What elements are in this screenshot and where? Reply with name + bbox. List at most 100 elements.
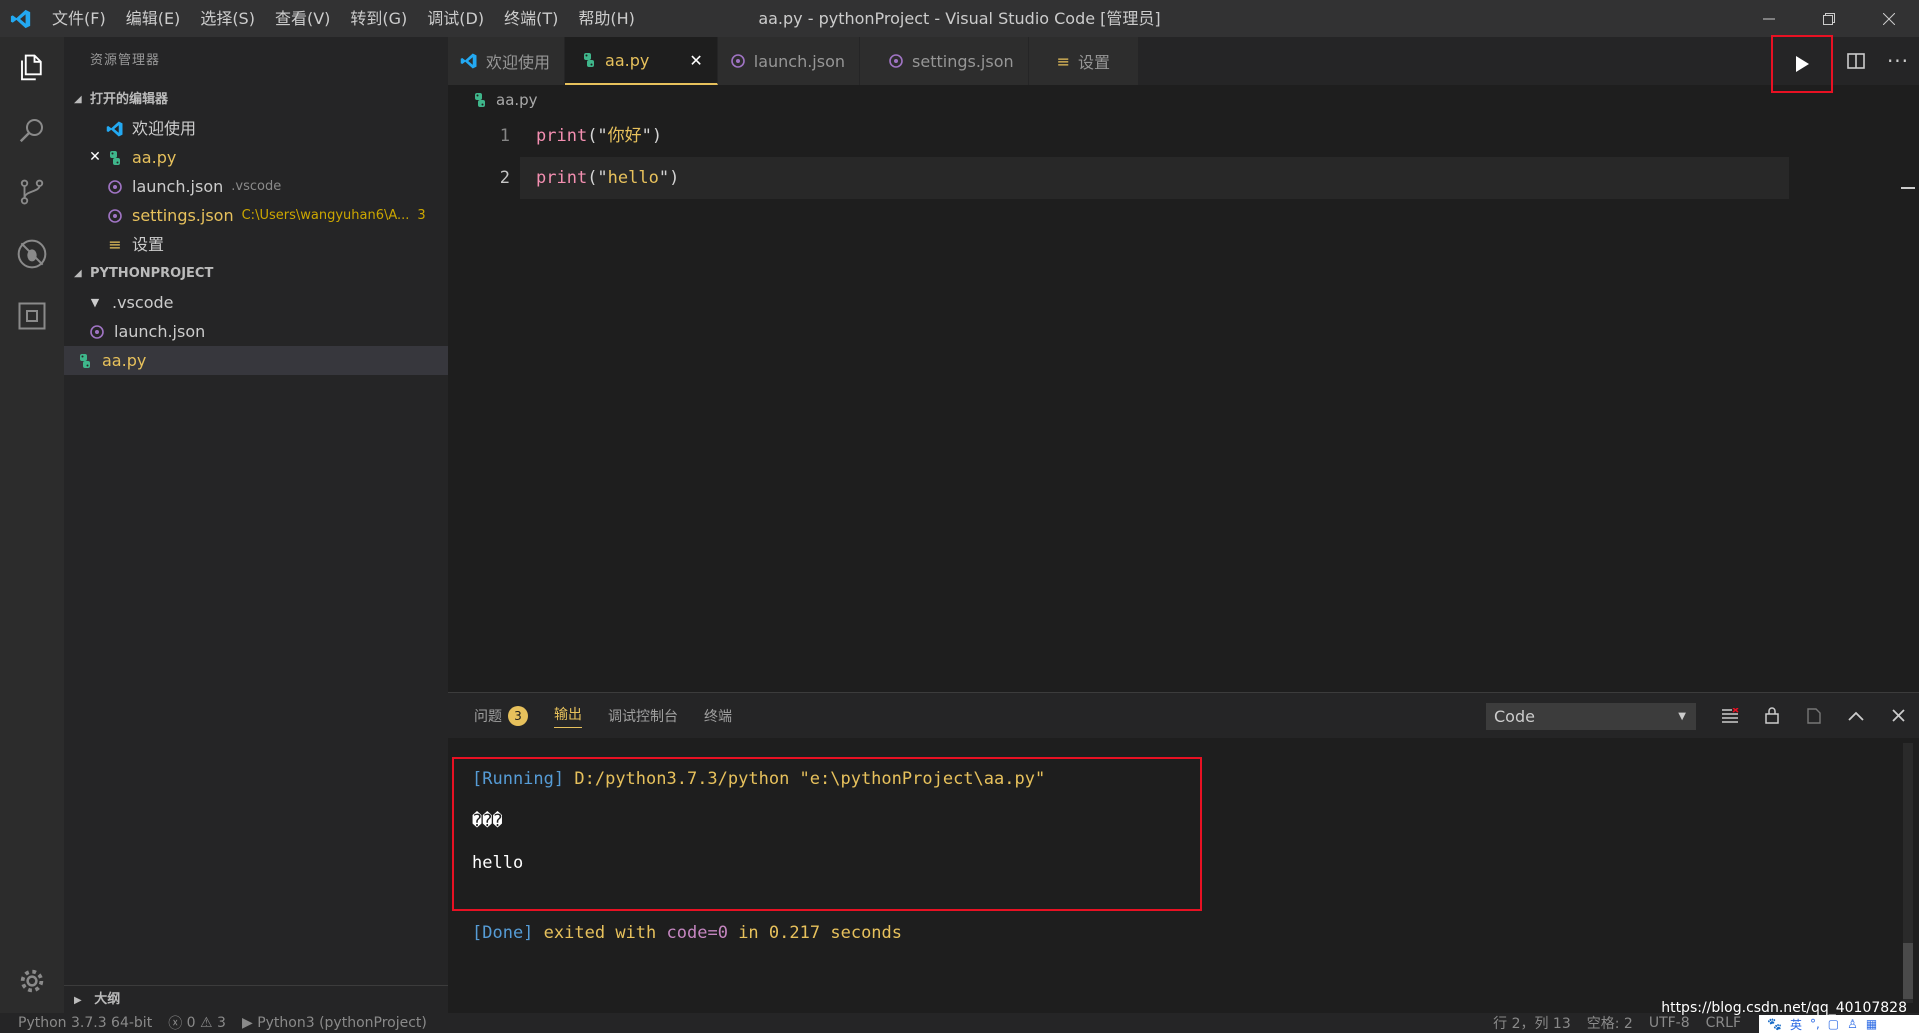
- token-function: print: [536, 126, 588, 146]
- vscode-icon: [460, 52, 478, 70]
- tab-label: 设置: [1078, 53, 1111, 72]
- python-interpreter[interactable]: Python 3.7.3 64-bit: [0, 1015, 160, 1031]
- python-file-icon: [472, 92, 488, 108]
- maximize-panel-button[interactable]: [1835, 693, 1877, 738]
- run-code-button[interactable]: [1771, 35, 1833, 93]
- open-editor-aa-py[interactable]: ✕ aa.py: [64, 143, 448, 172]
- title-bar: 文件(F) 编辑(E) 选择(S) 查看(V) 转到(G) 调试(D) 终端(T…: [0, 0, 1919, 37]
- encoding[interactable]: UTF-8: [1641, 1015, 1698, 1031]
- problem-count: 3: [417, 208, 426, 223]
- exit-code: code=0: [666, 923, 728, 943]
- split-editor-button[interactable]: [1835, 37, 1877, 85]
- menu-go[interactable]: 转到(G): [340, 0, 417, 37]
- line-number: 1: [499, 126, 510, 146]
- warning-count: 3: [217, 1015, 226, 1031]
- menu-debug[interactable]: 调试(D): [417, 0, 494, 37]
- code-line[interactable]: 1 print("你好"): [448, 115, 1919, 157]
- code-runner-status[interactable]: ▶ Python3 (pythonProject): [234, 1015, 435, 1031]
- tab-launch-json[interactable]: launch.json: [717, 37, 861, 85]
- chevron-up-icon: [1848, 711, 1864, 721]
- panel-tab-label: 终端: [704, 708, 732, 725]
- end-of-line[interactable]: CRLF: [1698, 1015, 1749, 1031]
- source-control-icon: [20, 179, 44, 205]
- tree-file-launch-json[interactable]: launch.json: [64, 317, 448, 346]
- open-editor-label: settings.json: [132, 206, 234, 225]
- menu-help[interactable]: 帮助(H): [568, 0, 645, 37]
- python-file-icon: [74, 353, 96, 369]
- json-settings-icon: [86, 324, 108, 340]
- explorer-button[interactable]: [0, 37, 64, 99]
- panel-tab-label: 输出: [554, 704, 582, 728]
- cursor-position[interactable]: 行 2，列 13: [1485, 1013, 1579, 1033]
- breadcrumb[interactable]: aa.py: [448, 85, 1919, 115]
- keyboard-icon: ▢: [1827, 1017, 1840, 1031]
- tab-label: 欢迎使用: [486, 53, 551, 72]
- python-file-icon: [104, 150, 126, 166]
- tree-file-aa-py[interactable]: aa.py: [64, 346, 448, 375]
- tab-aa-py[interactable]: aa.py ✕: [565, 37, 718, 85]
- error-count: 0: [186, 1015, 196, 1031]
- search-button[interactable]: [0, 99, 64, 161]
- open-editor-settings-json[interactable]: settings.json C:\Users\wangyuhan6\A... 3: [64, 201, 448, 230]
- open-editors-label: 打开的编辑器: [90, 92, 169, 107]
- menu-selection[interactable]: 选择(S): [190, 0, 265, 37]
- extensions-button[interactable]: [0, 285, 64, 347]
- code-line[interactable]: 2 print("hello"): [448, 157, 1919, 199]
- problems-status[interactable]: ⓧ 0 ⚠ 3: [160, 1013, 234, 1033]
- tab-terminal[interactable]: 终端: [704, 693, 732, 738]
- json-settings-icon: [888, 53, 904, 69]
- project-header[interactable]: ◢ PYTHONPROJECT: [64, 259, 448, 288]
- open-editor-launch-json[interactable]: launch.json .vscode: [64, 172, 448, 201]
- close-window-button[interactable]: [1859, 0, 1919, 37]
- open-editor-label: 欢迎使用: [132, 119, 197, 138]
- output-view[interactable]: [Running] D:/python3.7.3/python "e:\pyth…: [448, 738, 1919, 954]
- tab-output[interactable]: 输出: [554, 693, 582, 738]
- open-editors-header[interactable]: ◢ 打开的编辑器: [64, 85, 448, 114]
- ime-language[interactable]: 英: [1790, 1016, 1802, 1033]
- minimize-button[interactable]: [1739, 0, 1799, 37]
- indentation[interactable]: 空格: 2: [1579, 1013, 1641, 1033]
- warning-icon: ⚠: [200, 1015, 213, 1031]
- tab-welcome[interactable]: 欢迎使用: [448, 37, 566, 85]
- close-icon[interactable]: ✕: [86, 143, 104, 172]
- line-text: print("hello"): [520, 157, 1789, 199]
- settings-list-icon: ≡: [108, 235, 122, 254]
- tab-settings-json[interactable]: settings.json: [860, 37, 1029, 85]
- close-icon[interactable]: ✕: [689, 51, 702, 70]
- more-actions-button[interactable]: ···: [1877, 37, 1919, 85]
- clear-output-button[interactable]: [1709, 693, 1751, 738]
- restore-button[interactable]: [1799, 0, 1859, 37]
- close-panel-button[interactable]: [1877, 693, 1919, 738]
- bottom-panel: 问题 3 输出 调试控制台 终端 Code ▼ [Running] D:/pyt…: [448, 692, 1919, 1013]
- debug-button[interactable]: [0, 223, 64, 285]
- menu-terminal[interactable]: 终端(T): [494, 0, 568, 37]
- tab-problems[interactable]: 问题 3: [474, 693, 528, 738]
- json-settings-icon: [730, 53, 746, 69]
- token-function: print: [536, 168, 588, 188]
- tab-debug-console[interactable]: 调试控制台: [608, 693, 678, 738]
- open-editor-settings[interactable]: ≡ 设置: [64, 230, 448, 259]
- tab-settings[interactable]: ≡ 设置: [1028, 37, 1140, 85]
- chevron-down-icon: ▼: [1678, 711, 1686, 722]
- split-editor-icon: [1847, 53, 1865, 69]
- window-controls: [1739, 0, 1919, 37]
- editor-tabs: 欢迎使用 aa.py ✕ launch.json settings.json ≡…: [448, 35, 1919, 93]
- token-punct: "): [641, 126, 663, 146]
- outline-header[interactable]: ▶ 大纲: [64, 985, 448, 1013]
- menu-view[interactable]: 查看(V): [265, 0, 340, 37]
- open-log-button[interactable]: [1793, 693, 1835, 738]
- menu-file[interactable]: 文件(F): [42, 0, 116, 37]
- tree-folder-vscode[interactable]: ▼ .vscode: [64, 288, 448, 317]
- manage-button[interactable]: [0, 950, 64, 1012]
- output-scrollbar-thumb[interactable]: [1903, 943, 1913, 999]
- seconds-text: seconds: [830, 923, 903, 943]
- overview-ruler-mark: [1901, 187, 1915, 189]
- python-file-icon: [581, 52, 597, 68]
- open-editor-welcome[interactable]: 欢迎使用: [64, 114, 448, 143]
- output-channel-select[interactable]: Code ▼: [1486, 703, 1696, 730]
- source-control-button[interactable]: [0, 161, 64, 223]
- code-editor[interactable]: 1 print("你好") 2 print("hello"): [448, 115, 1919, 199]
- chevron-down-icon: ◢: [74, 94, 82, 105]
- menu-edit[interactable]: 编辑(E): [116, 0, 191, 37]
- lock-scroll-button[interactable]: [1751, 693, 1793, 738]
